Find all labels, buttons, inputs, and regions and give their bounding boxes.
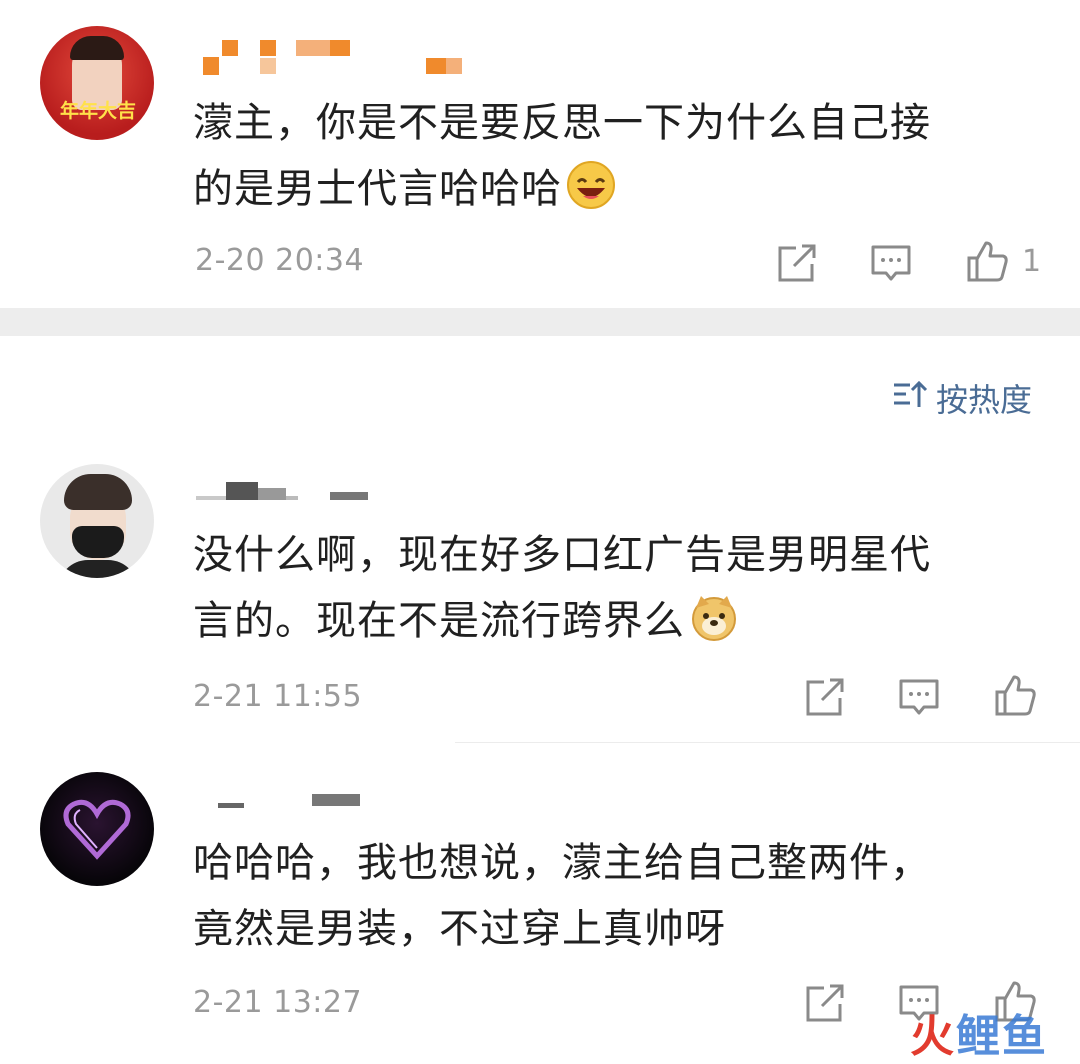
watermark-logo: 火鲤鱼 bbox=[910, 1000, 1048, 1064]
comment-text: 哈哈哈，我也想说，濛主给自己整两件， 竟然是男装，不过穿上真帅呀 bbox=[193, 830, 1033, 962]
comment-time: 2-21 11:55 bbox=[193, 679, 363, 714]
comment-divider bbox=[455, 742, 1080, 743]
avatar-label: 年年大吉 bbox=[59, 100, 136, 122]
watermark-part-a: 火 bbox=[910, 1011, 956, 1062]
avatar-hair bbox=[64, 474, 132, 510]
comment-time: 2-20 20:34 bbox=[195, 243, 365, 278]
share-icon[interactable] bbox=[774, 240, 820, 286]
avatar[interactable] bbox=[40, 772, 154, 886]
sort-icon bbox=[890, 375, 928, 421]
comment-line: 哈哈哈，我也想说，濛主给自己整两件， bbox=[193, 840, 931, 886]
avatar-body bbox=[58, 560, 138, 578]
sort-label: 按热度 bbox=[936, 381, 1033, 419]
like-count: 1 bbox=[1022, 244, 1042, 279]
doge-emoji-icon bbox=[689, 592, 739, 642]
avatar-mask bbox=[72, 526, 124, 558]
like-icon[interactable] bbox=[964, 238, 1010, 284]
comment-line: 濛主，你是不是要反思一下为什么自己接 bbox=[193, 100, 931, 146]
comment-line: 竟然是男装，不过穿上真帅呀 bbox=[193, 906, 726, 952]
sort-button[interactable]: 按热度 bbox=[890, 375, 1032, 421]
section-divider bbox=[0, 308, 1080, 336]
laughing-emoji-icon bbox=[566, 160, 616, 210]
avatar[interactable]: 年年大吉 bbox=[40, 26, 154, 140]
avatar-hair bbox=[70, 36, 124, 60]
comment-line: 言的。现在不是流行跨界么 bbox=[193, 588, 1033, 654]
share-icon[interactable] bbox=[802, 980, 848, 1026]
avatar[interactable] bbox=[40, 464, 154, 578]
share-icon[interactable] bbox=[802, 674, 848, 720]
like-icon[interactable] bbox=[992, 672, 1038, 718]
comment-time: 2-21 13:27 bbox=[193, 985, 363, 1020]
comment-text: 濛主，你是不是要反思一下为什么自己接 的是男士代言哈哈哈 bbox=[193, 90, 1033, 222]
comment-line: 的是男士代言哈哈哈 bbox=[193, 156, 1033, 222]
comment-icon[interactable] bbox=[868, 240, 914, 286]
heart-icon bbox=[63, 799, 131, 860]
watermark-part-b: 鲤鱼 bbox=[956, 1011, 1048, 1062]
comment-line: 没什么啊，现在好多口红广告是男明星代 bbox=[193, 532, 931, 578]
comment-icon[interactable] bbox=[896, 674, 942, 720]
comment-text: 没什么啊，现在好多口红广告是男明星代 言的。现在不是流行跨界么 bbox=[193, 522, 1033, 654]
